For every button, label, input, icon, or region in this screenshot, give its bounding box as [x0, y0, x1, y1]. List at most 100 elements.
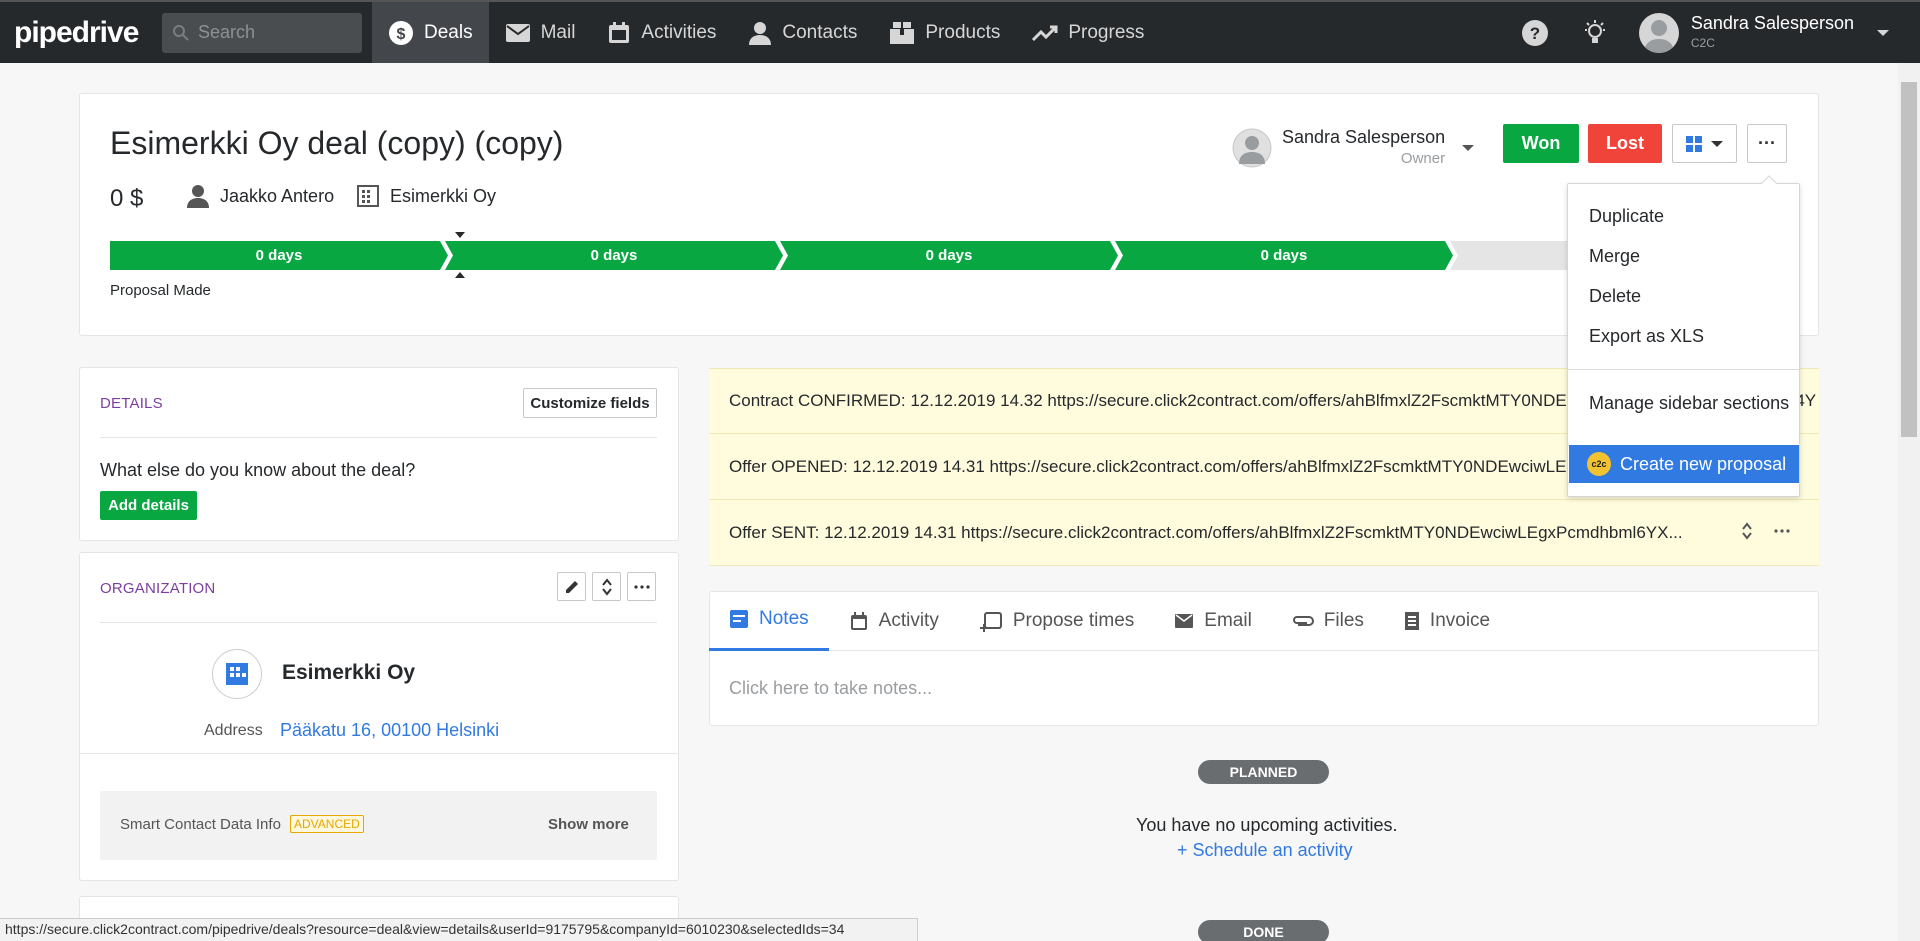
divider — [80, 753, 678, 754]
calendar-icon — [609, 21, 630, 43]
customize-fields-button[interactable]: Customize fields — [523, 388, 657, 418]
svg-text:$: $ — [397, 26, 406, 43]
owner-label: Owner — [1400, 150, 1446, 167]
dollar-icon: $ — [389, 20, 413, 45]
composer-tabs: Notes Activity Propose times Email Files… — [709, 591, 1819, 651]
chevron-down-icon — [1877, 29, 1889, 36]
deal-title[interactable]: Esimerkki Oy deal (copy) (copy) — [110, 125, 563, 162]
add-details-button[interactable]: Add details — [100, 491, 197, 520]
lost-button[interactable]: Lost — [1588, 124, 1662, 163]
help-button[interactable]: ? — [1505, 2, 1565, 63]
grid-icon — [1685, 135, 1702, 152]
chevron-down-icon — [1710, 140, 1723, 147]
done-badge: DONE — [1198, 920, 1329, 941]
mail-icon — [505, 23, 530, 42]
stage-marker-icon — [455, 232, 465, 278]
mail-icon — [1175, 613, 1194, 628]
deal-person[interactable]: Jaakko Antero — [186, 184, 334, 208]
won-button[interactable]: Won — [1503, 124, 1579, 163]
no-activities-text: You have no upcoming activities. — [1136, 815, 1398, 835]
deal-owner[interactable]: Sandra Salesperson Owner — [1232, 126, 1475, 170]
menu-merge[interactable]: Merge — [1589, 246, 1640, 267]
address-link[interactable]: Pääkatu 16, 00100 Helsinki — [280, 720, 499, 741]
organization-avatar — [212, 649, 262, 699]
tab-invoice[interactable]: Invoice — [1384, 591, 1510, 651]
edit-button[interactable] — [557, 572, 586, 601]
divider — [100, 437, 657, 438]
more-button[interactable] — [627, 572, 656, 601]
schedule-activity-link[interactable]: + Schedule an activity — [1177, 840, 1353, 861]
address-label: Address — [204, 722, 263, 739]
tab-propose-times[interactable]: Propose times — [959, 591, 1154, 651]
avatar-icon — [1232, 128, 1272, 168]
user-name: Sandra Salesperson — [1690, 12, 1854, 33]
tab-activity[interactable]: Activity — [829, 591, 959, 651]
organization-name[interactable]: Esimerkki Oy — [282, 661, 415, 685]
paperclip-icon — [1292, 615, 1314, 626]
feed-item[interactable]: Offer SENT: 12.12.2019 14.31 https://sec… — [709, 500, 1819, 566]
menu-caret — [1760, 175, 1778, 185]
nav-mail[interactable]: Mail — [489, 2, 592, 63]
logo[interactable]: pipedrive — [14, 16, 162, 50]
deal-value[interactable]: 0 $ — [110, 185, 143, 213]
ellipsis-icon[interactable] — [1774, 529, 1790, 533]
menu-export-xls[interactable]: Export as XLS — [1589, 326, 1704, 347]
avatar-icon — [1643, 19, 1674, 53]
pipeline-stages: 0 days 0 days 0 days 0 days — [110, 241, 1600, 270]
chevron-down-icon — [1462, 145, 1475, 151]
tab-email[interactable]: Email — [1154, 591, 1272, 651]
owner-name: Sandra Salesperson — [1282, 127, 1446, 147]
nav-activities[interactable]: Activities — [591, 2, 732, 63]
avatar — [1638, 12, 1679, 53]
menu-manage-sidebar[interactable]: Manage sidebar sections — [1589, 393, 1789, 414]
svg-text:?: ? — [1530, 24, 1540, 43]
help-icon: ? — [1521, 19, 1548, 46]
calendar-icon — [850, 611, 867, 630]
status-bar-url: https://secure.click2contract.com/pipedr… — [0, 918, 918, 941]
stage-1[interactable]: 0 days — [110, 241, 448, 270]
search-input[interactable]: Search — [162, 12, 362, 53]
advanced-badge: ADVANCED — [290, 815, 364, 833]
notes-input[interactable]: Click here to take notes... — [729, 678, 932, 699]
menu-delete[interactable]: Delete — [1589, 286, 1641, 307]
c2c-icon: c2c — [1587, 452, 1611, 476]
details-prompt: What else do you know about the deal? — [100, 460, 416, 480]
tab-files[interactable]: Files — [1272, 591, 1384, 651]
menu-create-proposal[interactable]: c2c Create new proposal — [1569, 445, 1799, 483]
tips-button[interactable] — [1565, 2, 1625, 63]
stage-4[interactable]: 0 days — [1115, 241, 1453, 270]
building-icon — [226, 663, 248, 685]
tab-notes[interactable]: Notes — [709, 591, 829, 651]
current-stage-label: Proposal Made — [110, 282, 211, 299]
show-more-link[interactable]: Show more — [548, 816, 629, 833]
deal-organization[interactable]: Esimerkki Oy — [356, 184, 496, 208]
notes-icon — [730, 610, 748, 628]
pencil-icon — [565, 580, 578, 593]
ellipsis-icon — [633, 584, 650, 589]
nav-products[interactable]: Products — [873, 2, 1016, 63]
nav-progress[interactable]: Progress — [1016, 2, 1160, 63]
organization-title[interactable]: ORGANIZATION — [100, 580, 215, 597]
box-icon — [890, 21, 915, 44]
menu-duplicate[interactable]: Duplicate — [1589, 206, 1664, 227]
scrollbar-thumb[interactable] — [1901, 82, 1917, 437]
stage-3[interactable]: 0 days — [780, 241, 1118, 270]
nav-contacts[interactable]: Contacts — [732, 2, 873, 63]
top-nav: pipedrive Search $ Deals Mail Activities… — [0, 0, 1920, 63]
more-actions-button[interactable]: ··· — [1747, 124, 1787, 163]
user-menu[interactable]: Sandra Salesperson C2C — [1638, 12, 1890, 53]
details-title[interactable]: DETAILS — [100, 395, 163, 412]
search-icon — [173, 24, 189, 41]
sort-icon — [601, 577, 612, 596]
divider — [1568, 369, 1799, 370]
nav-deals[interactable]: $ Deals — [372, 2, 489, 63]
stage-2[interactable]: 0 days — [445, 241, 783, 270]
calendar-plus-icon — [979, 611, 1002, 632]
view-switch-button[interactable] — [1672, 124, 1737, 163]
more-actions-menu: Duplicate Merge Delete Export as XLS Man… — [1567, 175, 1800, 497]
smart-contact-label: Smart Contact Data Info — [120, 816, 281, 833]
reorder-button[interactable] — [592, 572, 621, 601]
sort-icon[interactable] — [1741, 521, 1753, 541]
planned-badge: PLANNED — [1198, 760, 1329, 784]
divider — [100, 622, 657, 623]
